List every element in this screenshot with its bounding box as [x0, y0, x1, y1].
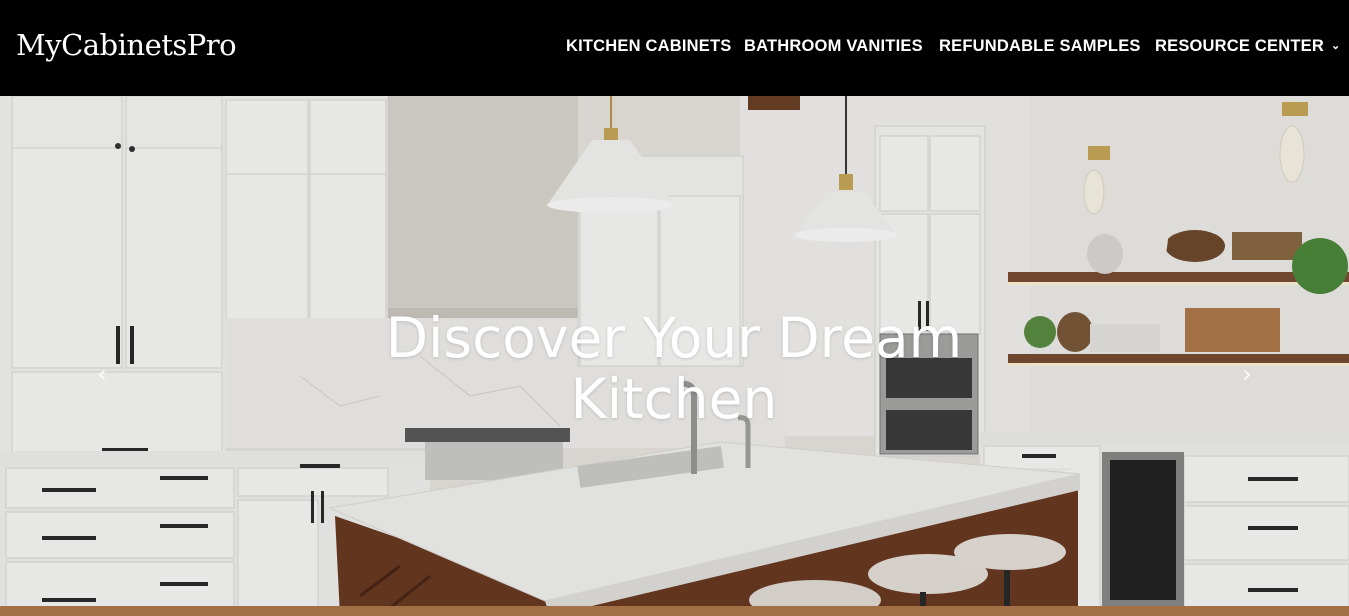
chevron-left-icon: ‹ — [97, 360, 107, 388]
chevron-right-icon: › — [1242, 360, 1252, 388]
nav-refundable-samples[interactable]: REFUNDABLE SAMPLES — [939, 37, 1141, 56]
site-header: MyCabinetsPro KITCHEN CABINETS BATHROOM … — [0, 0, 1349, 96]
nav-resource-center-label: RESOURCE CENTER — [1155, 37, 1324, 55]
nav-kitchen-cabinets[interactable]: KITCHEN CABINETS — [566, 37, 731, 56]
slider-prev-button[interactable]: ‹ — [87, 359, 117, 389]
nav-bathroom-vanities[interactable]: BATHROOM VANITIES — [744, 37, 923, 56]
hero-title-line1: Discover Your Dream — [385, 306, 963, 370]
hero-title: Discover Your Dream Kitchen — [324, 308, 1024, 430]
chevron-down-icon: ⌄ — [1330, 40, 1341, 52]
hero-title-line2: Kitchen — [570, 367, 778, 431]
slider-next-button[interactable]: › — [1232, 359, 1262, 389]
hero-slider: Discover Your Dream Kitchen ‹ › — [0, 96, 1349, 616]
nav-resource-center[interactable]: RESOURCE CENTER ⌄ — [1155, 37, 1340, 56]
site-logo[interactable]: MyCabinetsPro — [16, 28, 237, 62]
